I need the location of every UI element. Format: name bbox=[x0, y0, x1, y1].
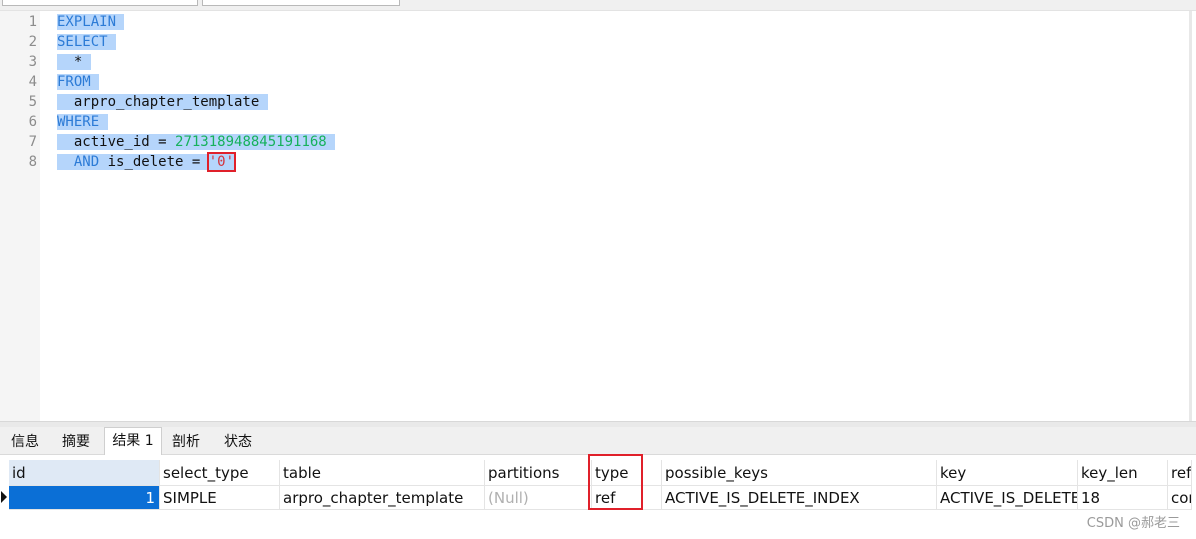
keyword-explain: EXPLAIN bbox=[57, 14, 117, 30]
code-line-4: FROM bbox=[57, 72, 335, 92]
line-number: 2 bbox=[28, 34, 37, 50]
top-toolbar-strip bbox=[0, 0, 1196, 11]
line-number-gutter: 1 2 3 4 5 6 7 8 bbox=[0, 11, 40, 421]
tab-info[interactable]: 信息 bbox=[0, 429, 50, 454]
table-cell-id[interactable]: 1 bbox=[9, 486, 160, 510]
code-line-7: active_id = 271318948845191168 bbox=[57, 132, 336, 152]
code-lines: EXPLAIN SELECT * FROM arpro_chapter_temp… bbox=[57, 12, 336, 172]
tab-summary[interactable]: 摘要 bbox=[50, 429, 102, 454]
tab-status[interactable]: 状态 bbox=[212, 429, 264, 454]
column-header-partitions[interactable]: partitions bbox=[485, 460, 592, 486]
editor-scrollbar[interactable] bbox=[1189, 11, 1192, 421]
current-row-indicator-icon bbox=[1, 491, 7, 503]
keyword-and: AND bbox=[57, 154, 100, 170]
keyword-from: FROM bbox=[57, 74, 91, 90]
table-cell-possible-keys[interactable]: ACTIVE_IS_DELETE_INDEX bbox=[662, 486, 937, 510]
type-column-highlight-box bbox=[588, 454, 643, 510]
column-header-possible-keys[interactable]: possible_keys bbox=[662, 460, 937, 486]
condition-is-delete: is_delete = bbox=[99, 154, 209, 170]
result-tabs: 信息 摘要 结果 1 剖析 状态 bbox=[0, 427, 1196, 455]
table-cell-key-len[interactable]: 18 bbox=[1078, 486, 1168, 510]
line-number: 3 bbox=[28, 54, 37, 70]
column-header-select-type[interactable]: select_type bbox=[160, 460, 280, 486]
column-header-id[interactable]: id bbox=[9, 460, 160, 486]
column-header-ref[interactable]: ref bbox=[1168, 460, 1192, 486]
line-number: 7 bbox=[28, 134, 37, 150]
number-literal: 271318948845191168 bbox=[175, 134, 327, 150]
column-header-table[interactable]: table bbox=[280, 460, 485, 486]
toolbar-field-right[interactable] bbox=[202, 0, 400, 6]
string-literal-highlighted: '0' bbox=[206, 152, 237, 172]
column-header-key[interactable]: key bbox=[937, 460, 1078, 486]
table-cell-select-type[interactable]: SIMPLE bbox=[160, 486, 280, 510]
sql-editor[interactable]: 1 2 3 4 5 6 7 8 EXPLAIN SELECT * FROM ar… bbox=[0, 11, 1192, 421]
line-number: 5 bbox=[28, 94, 37, 110]
code-line-3: * bbox=[57, 52, 335, 72]
line-number: 1 bbox=[28, 14, 37, 30]
column-header-key-len[interactable]: key_len bbox=[1078, 460, 1168, 486]
line-number: 6 bbox=[28, 114, 37, 130]
table-cell-partitions[interactable]: (Null) bbox=[485, 486, 592, 510]
tab-profile[interactable]: 剖析 bbox=[162, 429, 210, 454]
table-name: arpro_chapter_template bbox=[57, 94, 260, 110]
code-line-5: arpro_chapter_template bbox=[57, 92, 335, 112]
code-line-2: SELECT bbox=[57, 32, 335, 52]
toolbar-field-left[interactable] bbox=[2, 0, 198, 6]
table-cell-ref[interactable]: cor bbox=[1168, 486, 1192, 510]
table-cell-table[interactable]: arpro_chapter_template bbox=[280, 486, 485, 510]
table-cell-key[interactable]: ACTIVE_IS_DELETE_ bbox=[937, 486, 1078, 510]
code-line-6: WHERE bbox=[57, 112, 335, 132]
keyword-select: SELECT bbox=[57, 34, 108, 50]
keyword-where: WHERE bbox=[57, 114, 100, 130]
code-line-1: EXPLAIN bbox=[57, 12, 335, 32]
select-star: * bbox=[57, 54, 83, 70]
condition-active-id: active_id = bbox=[57, 134, 176, 150]
code-line-8: AND is_delete = '0' bbox=[57, 152, 335, 172]
line-number: 4 bbox=[28, 74, 37, 90]
tab-result-1[interactable]: 结果 1 bbox=[104, 427, 162, 455]
watermark: CSDN @郝老三 bbox=[1086, 516, 1180, 531]
line-number: 8 bbox=[28, 154, 37, 170]
